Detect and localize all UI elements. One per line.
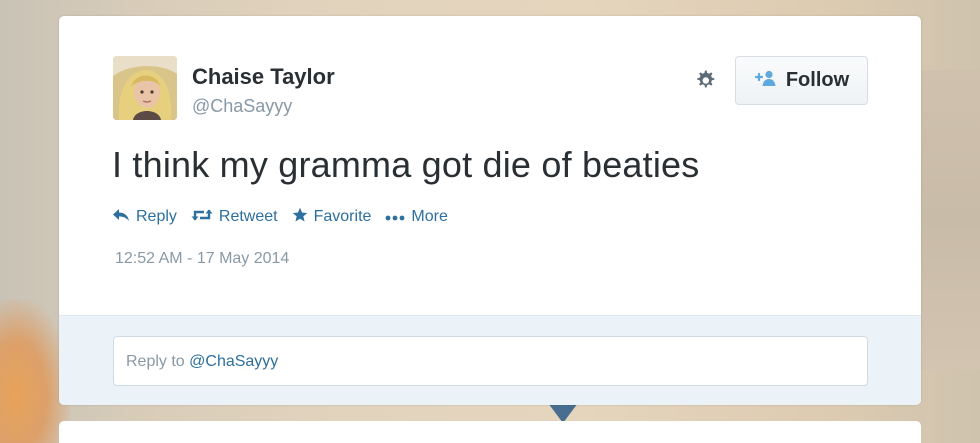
user-handle[interactable]: @ChaSayyy bbox=[192, 96, 292, 117]
tweet-card: Chaise Taylor @ChaSayyy Follow I think m… bbox=[59, 16, 921, 405]
tweet-body: Chaise Taylor @ChaSayyy Follow I think m… bbox=[59, 16, 921, 315]
next-card bbox=[59, 421, 921, 443]
retweet-icon bbox=[191, 208, 213, 227]
retweet-label: Retweet bbox=[218, 208, 278, 225]
star-icon bbox=[292, 207, 308, 228]
add-user-icon bbox=[754, 69, 778, 93]
tweet-text: I think my gramma got die of beaties bbox=[112, 144, 700, 185]
retweet-action[interactable]: Retweet bbox=[191, 208, 278, 227]
gear-icon[interactable] bbox=[691, 66, 719, 94]
favorite-action[interactable]: Favorite bbox=[292, 207, 372, 228]
more-label: More bbox=[411, 208, 448, 225]
tweet-timestamp[interactable]: 12:52 AM - 17 May 2014 bbox=[115, 250, 289, 268]
follow-label: Follow bbox=[785, 69, 850, 91]
user-name[interactable]: Chaise Taylor bbox=[192, 64, 335, 90]
reply-mention: @ChaSayyy bbox=[189, 353, 279, 370]
more-action[interactable]: More bbox=[385, 208, 448, 226]
follow-button[interactable]: Follow bbox=[735, 56, 868, 105]
background-mark bbox=[548, 403, 578, 423]
tweet-actions: Reply Retweet Favorite More bbox=[112, 207, 448, 227]
reply-arrow-icon bbox=[112, 208, 130, 227]
reply-area: Reply to @ChaSayyy bbox=[59, 315, 921, 405]
ellipsis-icon bbox=[385, 208, 405, 226]
favorite-label: Favorite bbox=[313, 208, 372, 225]
reply-prefix: Reply to bbox=[126, 353, 190, 370]
reply-action[interactable]: Reply bbox=[112, 208, 177, 227]
avatar[interactable] bbox=[113, 56, 177, 120]
reply-input[interactable]: Reply to @ChaSayyy bbox=[113, 336, 868, 386]
reply-label: Reply bbox=[136, 208, 177, 225]
